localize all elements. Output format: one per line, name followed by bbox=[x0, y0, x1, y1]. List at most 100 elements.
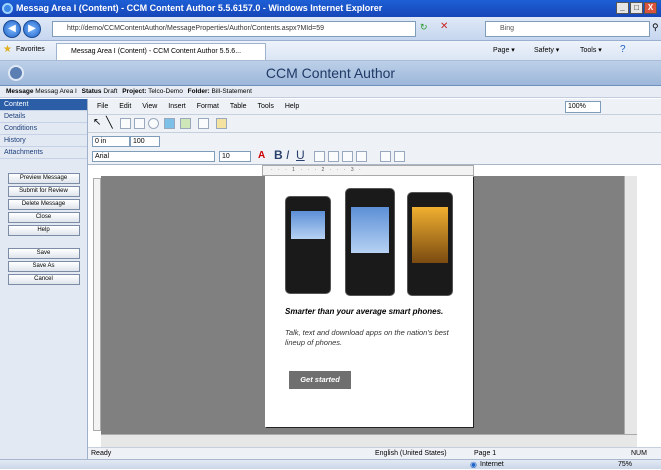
sidebar-item-details[interactable]: Details bbox=[0, 111, 87, 123]
stop-icon[interactable]: ✕ bbox=[440, 21, 448, 32]
status-value: Draft bbox=[103, 88, 118, 95]
sidebar-item-conditions[interactable]: Conditions bbox=[0, 123, 87, 135]
delete-message-button[interactable]: Delete Message bbox=[7, 199, 80, 210]
sidebar-item-content[interactable]: Content bbox=[0, 99, 87, 111]
horizontal-scrollbar[interactable] bbox=[101, 434, 637, 447]
underline-icon[interactable]: U bbox=[296, 148, 305, 162]
ie-statusbar: ◉ Internet 75% bbox=[0, 459, 661, 469]
status-num: NUM bbox=[631, 450, 647, 457]
search-icon[interactable]: ⚲ bbox=[652, 22, 659, 33]
editor-menubar: File Edit View Insert Format Table Tools… bbox=[88, 99, 661, 115]
menu-edit[interactable]: Edit bbox=[119, 103, 131, 110]
folder-value: Bill-Statement bbox=[211, 88, 252, 95]
status-language: English (United States) bbox=[375, 450, 447, 457]
zoom-select[interactable]: 100% bbox=[565, 101, 601, 113]
menu-table[interactable]: Table bbox=[230, 103, 247, 110]
font-color-icon[interactable]: A bbox=[258, 150, 265, 161]
sidebar-item-history[interactable]: History bbox=[0, 135, 87, 147]
browser-tab[interactable]: Messag Area I (Content) - CCM Content Au… bbox=[56, 43, 266, 60]
help-button[interactable]: Help bbox=[7, 225, 80, 236]
back-button[interactable]: ◀ bbox=[3, 20, 21, 38]
menu-format[interactable]: Format bbox=[197, 103, 219, 110]
message-value: Messag Area I bbox=[35, 88, 77, 95]
menu-view[interactable]: View bbox=[142, 103, 157, 110]
status-page: Page 1 bbox=[474, 450, 497, 457]
submit-for-review-button[interactable]: Submit for Review bbox=[7, 186, 80, 197]
bold-icon[interactable]: B bbox=[274, 148, 283, 162]
safety-menu[interactable]: Safety ▾ bbox=[534, 46, 559, 54]
spacing-input[interactable]: 100 bbox=[130, 136, 160, 147]
favorites-bar: ★ Favorites Messag Area I (Content) - CC… bbox=[0, 41, 661, 61]
tools-menu[interactable]: Tools ▾ bbox=[580, 46, 602, 54]
refresh-icon[interactable]: ↻ bbox=[420, 22, 428, 33]
menu-file[interactable]: File bbox=[97, 103, 108, 110]
page-menu[interactable]: Page ▾ bbox=[493, 46, 515, 54]
app-title: CCM Content Author bbox=[265, 65, 396, 81]
font-family-select[interactable]: Arial bbox=[92, 151, 215, 162]
forward-button[interactable]: ▶ bbox=[23, 20, 41, 38]
url-input[interactable]: http://demo/CCMContentAuthor/MessageProp… bbox=[52, 21, 416, 37]
get-started-button[interactable]: Get started bbox=[289, 371, 351, 389]
sidebar-item-attachments[interactable]: Attachments bbox=[0, 147, 87, 159]
phone-image-blackberry bbox=[285, 196, 331, 294]
folder-label: Folder: bbox=[187, 88, 210, 95]
table-tool-icon[interactable] bbox=[198, 118, 209, 129]
editor-statusbar: Ready English (United States) Page 1 NUM bbox=[88, 447, 661, 459]
pointer-icon[interactable]: ↖ bbox=[93, 117, 101, 128]
close-button[interactable]: Close bbox=[7, 212, 80, 223]
rectangle-tool-icon[interactable] bbox=[120, 118, 131, 129]
minimize-button[interactable]: _ bbox=[616, 2, 629, 14]
window-titlebar: Messag Area I (Content) - CCM Content Au… bbox=[0, 0, 661, 17]
indent-input[interactable]: 0 in bbox=[92, 136, 130, 147]
search-input[interactable]: Bing bbox=[485, 21, 650, 37]
chart-tool-icon[interactable] bbox=[180, 118, 191, 129]
italic-icon[interactable]: I bbox=[286, 148, 289, 162]
drawing-toolbar: ↖ ╲ bbox=[88, 115, 661, 133]
vertical-scrollbar[interactable] bbox=[624, 176, 637, 434]
horizontal-ruler: · · · 1 · · · 2 · · · 3 · bbox=[262, 165, 474, 176]
status-ready: Ready bbox=[91, 450, 112, 457]
save-button[interactable]: Save bbox=[7, 248, 80, 259]
align-center-icon[interactable] bbox=[328, 151, 339, 162]
ie-icon bbox=[2, 3, 13, 14]
app-header: CCM Content Author bbox=[0, 61, 661, 86]
align-left-icon[interactable] bbox=[314, 151, 325, 162]
star-icon: ★ bbox=[3, 44, 12, 55]
font-size-select[interactable]: 10 bbox=[219, 151, 251, 162]
save-as-button[interactable]: Save As bbox=[7, 261, 80, 272]
preview-message-button[interactable]: Preview Message bbox=[7, 173, 80, 184]
line-tool-icon[interactable]: ╲ bbox=[106, 116, 113, 129]
numbering-icon[interactable] bbox=[394, 151, 405, 162]
doc-headline[interactable]: Smarter than your average smart phones. bbox=[285, 307, 465, 316]
menu-help[interactable]: Help bbox=[285, 103, 299, 110]
project-value: Telco-Demo bbox=[148, 88, 183, 95]
align-right-icon[interactable] bbox=[342, 151, 353, 162]
maximize-button[interactable]: □ bbox=[630, 2, 643, 14]
document-page: Smarter than your average smart phones. … bbox=[265, 176, 473, 427]
rounded-rect-tool-icon[interactable] bbox=[134, 118, 145, 129]
app-logo-icon bbox=[8, 65, 24, 81]
address-bar: ◀ ▶ http://demo/CCMContentAuthor/Message… bbox=[0, 17, 661, 41]
phone-image-palm bbox=[345, 188, 395, 296]
message-info-bar: Message Messag Area I Status Draft Proje… bbox=[0, 86, 661, 98]
close-window-button[interactable]: X bbox=[644, 2, 657, 14]
format-toolbar: 0 in 100 Arial 10 A B I U bbox=[88, 133, 661, 165]
menu-tools[interactable]: Tools bbox=[258, 103, 274, 110]
vertical-ruler bbox=[93, 178, 101, 431]
status-label: Status bbox=[81, 88, 102, 95]
phone-image-samsung bbox=[407, 192, 453, 296]
project-label: Project: bbox=[122, 88, 147, 95]
image-tool-icon[interactable] bbox=[164, 118, 175, 129]
window-title: Messag Area I (Content) - CCM Content Au… bbox=[16, 3, 383, 13]
justify-icon[interactable] bbox=[356, 151, 367, 162]
sidebar: Content Details Conditions History Attac… bbox=[0, 99, 88, 460]
message-label: Message bbox=[6, 88, 34, 95]
ellipse-tool-icon[interactable] bbox=[148, 118, 159, 129]
barcode-tool-icon[interactable] bbox=[216, 118, 227, 129]
help-icon[interactable]: ? bbox=[620, 44, 626, 55]
bullets-icon[interactable] bbox=[380, 151, 391, 162]
menu-insert[interactable]: Insert bbox=[168, 103, 186, 110]
cancel-button[interactable]: Cancel bbox=[7, 274, 80, 285]
doc-body-text[interactable]: Talk, text and download apps on the nati… bbox=[285, 328, 465, 348]
favorites-button[interactable]: Favorites bbox=[16, 46, 45, 53]
